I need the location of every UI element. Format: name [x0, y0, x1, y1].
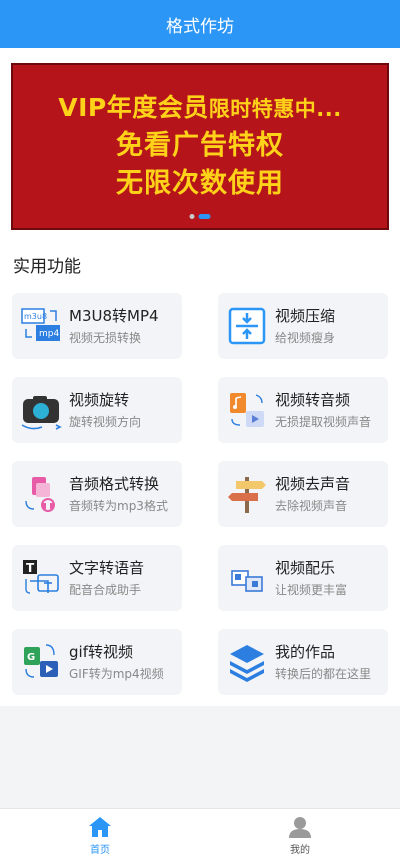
carousel-dot-active[interactable] [198, 214, 211, 219]
vip-banner[interactable]: VIP年度会员限时特惠中... 免看广告特权 无限次数使用 [11, 63, 389, 230]
text-to-speech-icon: T [20, 557, 62, 599]
feature-subtitle: 无损提取视频声音 [275, 414, 372, 429]
camera-rotate-icon [20, 389, 62, 431]
feature-title: 视频转音频 [275, 390, 351, 409]
tab-home-label: 首页 [90, 845, 110, 856]
feature-subtitle: 转换后的都在这里 [275, 666, 372, 681]
feature-my-works[interactable]: 我的作品 转换后的都在这里 [218, 629, 388, 695]
feature-title: 视频去声音 [275, 474, 351, 493]
video-to-audio-icon [226, 389, 268, 431]
svg-text:mp4: mp4 [39, 329, 59, 339]
feature-video-mute[interactable]: 视频去声音 去除视频声音 [218, 461, 388, 527]
feature-gif-to-video[interactable]: G gif转视频 GIF转为mp4视频 [12, 629, 182, 695]
audio-convert-icon [20, 473, 62, 515]
feature-title: 视频压缩 [275, 306, 336, 325]
feature-video-music[interactable]: 视频配乐 让视频更丰富 [218, 545, 388, 611]
carousel-dot[interactable] [189, 214, 195, 219]
feature-subtitle: 视频无损转换 [69, 330, 142, 345]
feature-title: gif转视频 [69, 642, 133, 661]
feature-subtitle: 旋转视频方向 [69, 414, 142, 429]
tab-mine[interactable]: 我的 [200, 809, 400, 862]
feature-title: 音频格式转换 [69, 474, 160, 493]
tab-home[interactable]: 首页 [0, 809, 200, 862]
banner-line-2: 免看广告特权 [116, 130, 284, 161]
feature-subtitle: GIF转为mp4视频 [69, 666, 164, 681]
feature-grid: m3u8 mp4 M3U8转MP4 视频无损转换 视频压缩 给视频瘦身 视频旋转… [11, 293, 389, 695]
feature-title: 我的作品 [275, 642, 336, 661]
layers-icon [226, 641, 268, 683]
video-music-icon [226, 557, 268, 599]
feature-title: 视频配乐 [275, 558, 336, 577]
gif-to-video-icon: G [20, 641, 62, 683]
feature-subtitle: 给视频瘦身 [275, 330, 336, 345]
app-screen: 格式作坊 VIP年度会员限时特惠中... 免看广告特权 无限次数使用 实用功能 … [0, 0, 400, 862]
top-bar: 格式作坊 [0, 0, 400, 48]
section-title: 实用功能 [13, 257, 81, 277]
banner-line-1: VIP年度会员限时特惠中... [58, 93, 342, 122]
feature-subtitle: 音频转为mp3格式 [69, 498, 168, 513]
feature-text-to-speech[interactable]: T 文字转语音 配音合成助手 [12, 545, 182, 611]
feature-subtitle: 配音合成助手 [69, 582, 142, 597]
svg-text:m3u8: m3u8 [24, 312, 47, 321]
tab-mine-label: 我的 [290, 845, 310, 856]
main-content: VIP年度会员限时特惠中... 免看广告特权 无限次数使用 实用功能 m3u8 … [0, 48, 400, 706]
user-icon [289, 817, 311, 838]
feature-subtitle: 去除视频声音 [275, 498, 348, 513]
banner-line-3: 无限次数使用 [116, 168, 284, 199]
svg-text:T: T [26, 561, 35, 575]
carousel-indicator [189, 214, 211, 219]
feature-title: M3U8转MP4 [69, 306, 159, 325]
feature-m3u8-to-mp4[interactable]: m3u8 mp4 M3U8转MP4 视频无损转换 [12, 293, 182, 359]
feature-video-compress[interactable]: 视频压缩 给视频瘦身 [218, 293, 388, 359]
feature-title: 视频旋转 [69, 390, 130, 409]
signpost-icon [226, 473, 268, 515]
feature-subtitle: 让视频更丰富 [275, 582, 348, 597]
home-icon [89, 817, 111, 837]
feature-title: 文字转语音 [69, 558, 145, 577]
compress-icon [226, 305, 268, 347]
m3u8-mp4-icon: m3u8 mp4 [20, 305, 62, 347]
feature-audio-convert[interactable]: 音频格式转换 音频转为mp3格式 [12, 461, 182, 527]
feature-video-to-audio[interactable]: 视频转音频 无损提取视频声音 [218, 377, 388, 443]
feature-video-rotate[interactable]: 视频旋转 旋转视频方向 [12, 377, 182, 443]
bottom-tab-bar: 首页 我的 [0, 808, 400, 862]
svg-text:G: G [27, 652, 35, 663]
page-title: 格式作坊 [166, 16, 234, 37]
